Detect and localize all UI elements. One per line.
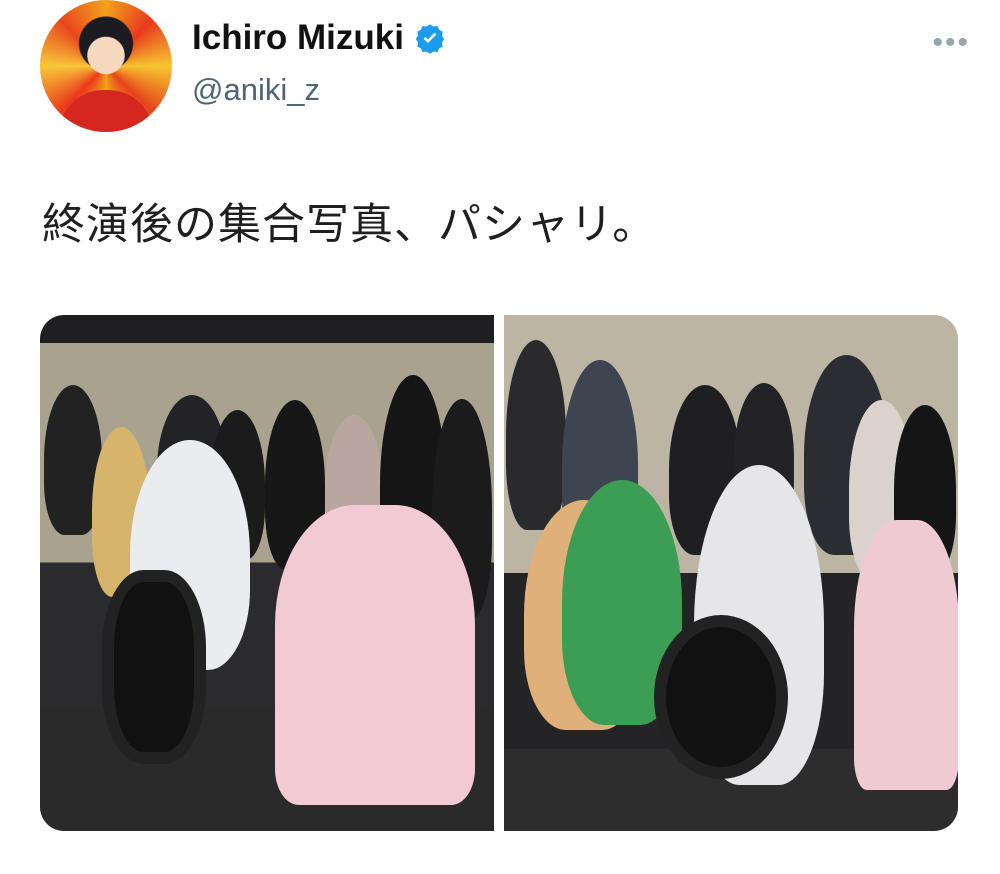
wheelchair-wheel <box>102 570 206 764</box>
tweet-header: Ichiro Mizuki @aniki_z ••• <box>40 0 980 135</box>
tweet-media-grid <box>40 315 958 831</box>
tweet-text: 終演後の集合写真、パシャリ。 <box>42 200 657 250</box>
user-handle[interactable]: @aniki_z <box>192 72 320 108</box>
person-shape <box>506 340 566 530</box>
dress-shape <box>854 520 958 790</box>
verified-badge-icon <box>415 24 445 54</box>
group-photo-right[interactable] <box>504 315 958 831</box>
profile-avatar[interactable] <box>40 0 172 132</box>
more-options-icon[interactable]: ••• <box>932 26 970 60</box>
dress-shape <box>275 505 475 805</box>
wheelchair-wheel <box>654 615 788 779</box>
group-photo-left[interactable] <box>40 315 494 831</box>
name-row: Ichiro Mizuki <box>192 18 446 58</box>
display-name[interactable]: Ichiro Mizuki <box>192 18 404 58</box>
